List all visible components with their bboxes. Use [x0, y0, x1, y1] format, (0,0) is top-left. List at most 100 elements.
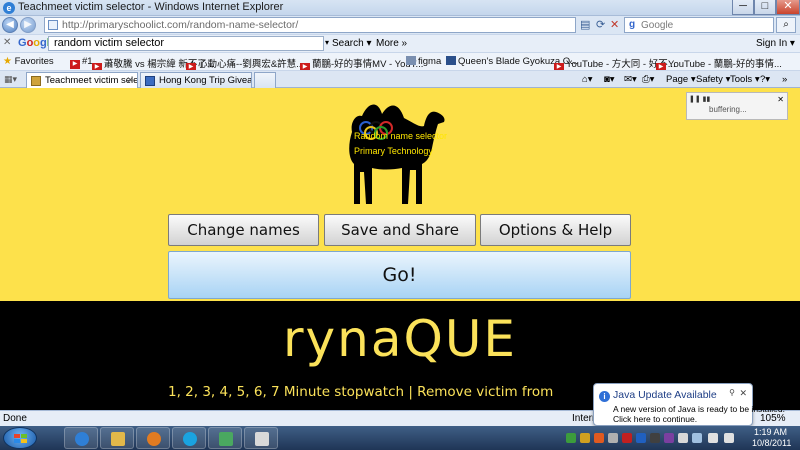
- google-search-button[interactable]: Search ▾: [332, 38, 371, 49]
- taskbar-app-button[interactable]: [208, 427, 242, 449]
- paint-icon: [255, 432, 269, 446]
- search-placeholder: Google: [641, 20, 674, 31]
- info-icon: i: [599, 391, 610, 402]
- page-icon: [446, 56, 456, 65]
- change-names-button[interactable]: Change names: [168, 214, 319, 246]
- print-icon[interactable]: ⎙▾: [642, 74, 654, 85]
- taskbar-skype-button[interactable]: [172, 427, 206, 449]
- volume-icon[interactable]: [724, 433, 734, 443]
- tab-favicon-icon: [31, 76, 41, 86]
- close-tab-icon[interactable]: ✕: [126, 75, 134, 86]
- close-popup-icon[interactable]: ✕: [739, 388, 747, 399]
- start-button[interactable]: [3, 427, 37, 449]
- go-button[interactable]: Go!: [168, 251, 631, 299]
- options-help-button[interactable]: Options & Help: [480, 214, 631, 246]
- youtube-icon: ▶: [70, 60, 80, 69]
- options-icon[interactable]: ⚲: [729, 388, 735, 397]
- status-text: Done: [3, 413, 27, 424]
- google-toolbar: ✕ Google random victim selector ▾ Search…: [0, 34, 800, 52]
- forward-button[interactable]: ▶: [20, 17, 36, 33]
- page-content: Random name selector Primary Technology …: [0, 88, 800, 410]
- google-query-text: random victim selector: [54, 37, 165, 49]
- toolbar-overflow-icon[interactable]: »: [782, 74, 787, 85]
- stopwatch-links[interactable]: 1, 2, 3, 4, 5, 6, 7 Minute stopwatch | R…: [168, 384, 553, 400]
- back-button[interactable]: ◀: [2, 17, 18, 33]
- tray-app-icon[interactable]: [692, 433, 702, 443]
- window-title: Teachmeet victim selector - Windows Inte…: [18, 1, 284, 13]
- favorites-button[interactable]: ★ Favorites: [3, 56, 54, 67]
- tab-hong-kong-trip[interactable]: Hong Kong Trip Giveaway ...: [140, 72, 252, 88]
- tray-app-icon[interactable]: [580, 433, 590, 443]
- favorite-link[interactable]: ▶ #1: [70, 56, 93, 69]
- google-more-button[interactable]: More »: [376, 38, 407, 49]
- page-icon: [48, 20, 58, 30]
- refresh-icon[interactable]: ⟳: [596, 18, 605, 31]
- feeds-icon[interactable]: ◙▾: [604, 74, 615, 85]
- taskbar-ie-button[interactable]: [64, 427, 98, 449]
- google-search-input[interactable]: random victim selector: [48, 36, 324, 51]
- logo-text-line1: Random name selector: [354, 131, 448, 141]
- media-buffer-widget: ❚❚ ▮▮ ✕ buffering...: [686, 92, 788, 120]
- address-row: ◀ ▶ http://primaryschoolict.com/random-n…: [0, 16, 800, 34]
- selected-name: rynaQUE: [282, 310, 518, 368]
- home-icon[interactable]: ⌂▾: [582, 74, 593, 85]
- search-go-icon[interactable]: ⌕: [776, 17, 796, 33]
- stop-icon[interactable]: ✕: [610, 18, 619, 31]
- folder-icon: [111, 432, 125, 446]
- maximize-button[interactable]: □: [754, 0, 776, 15]
- java-popup-link[interactable]: Click here to continue.: [613, 414, 697, 424]
- minimize-button[interactable]: ─: [732, 0, 754, 15]
- tray-app-icon[interactable]: [622, 433, 632, 443]
- tray-app-icon[interactable]: [664, 433, 674, 443]
- help-icon[interactable]: ?▾: [760, 74, 770, 85]
- tray-app-icon[interactable]: [650, 433, 660, 443]
- taskbar: 1:19 AM 10/8/2011: [0, 426, 800, 450]
- tray-app-icon[interactable]: [678, 433, 688, 443]
- star-icon: ★: [3, 56, 12, 67]
- address-bar[interactable]: http://primaryschoolict.com/random-name-…: [44, 17, 576, 33]
- media-player-icon: [147, 432, 161, 446]
- ie-icon: [75, 432, 89, 446]
- pause-icon[interactable]: ❚❚ ▮▮: [689, 95, 710, 103]
- page-menu[interactable]: Page ▾: [666, 74, 696, 85]
- new-tab-button[interactable]: [254, 72, 276, 88]
- address-url: http://primaryschoolict.com/random-name-…: [62, 19, 299, 31]
- compat-view-icon[interactable]: ▤: [580, 18, 590, 31]
- clock-time[interactable]: 1:19 AM: [754, 427, 787, 437]
- taskbar-media-player-button[interactable]: [136, 427, 170, 449]
- windows-logo-icon: [14, 434, 27, 444]
- taskbar-explorer-button[interactable]: [100, 427, 134, 449]
- query-dropdown-icon[interactable]: ▾: [325, 38, 329, 47]
- skype-icon: [183, 432, 197, 446]
- page-icon: [406, 56, 416, 65]
- toolbar-close-icon[interactable]: ✕: [3, 37, 11, 48]
- java-update-notification[interactable]: i Java Update Available ⚲ ✕ A new versio…: [593, 383, 785, 426]
- logo-text-line2: Primary Technology: [354, 146, 433, 156]
- favorites-label: Favorites: [14, 56, 54, 67]
- tray-app-icon[interactable]: [566, 433, 576, 443]
- tray-app-icon[interactable]: [636, 433, 646, 443]
- ie-logo-icon: e: [3, 2, 15, 14]
- favorite-link[interactable]: figma: [406, 56, 441, 67]
- tools-menu[interactable]: Tools ▾: [730, 74, 760, 85]
- favorites-bar: ★ Favorites ▶ #1 ▶ 蕭敬騰 vs 楊宗緯 新不了... ▶ 心動心痛…: [0, 52, 800, 72]
- zoom-level[interactable]: 105%: [760, 413, 786, 424]
- taskbar-paint-button[interactable]: [244, 427, 278, 449]
- mail-icon[interactable]: ✉▾: [624, 74, 637, 85]
- window-title-bar: e Teachmeet victim selector - Windows In…: [0, 0, 800, 16]
- quick-tabs-icon[interactable]: ▦▾: [4, 74, 17, 85]
- clock-date[interactable]: 10/8/2011: [752, 438, 791, 448]
- save-and-share-button[interactable]: Save and Share: [324, 214, 476, 246]
- java-tray-icon[interactable]: [594, 433, 604, 443]
- sign-in-button[interactable]: Sign In ▾: [756, 38, 795, 49]
- close-window-button[interactable]: ✕: [776, 0, 800, 15]
- java-popup-title: Java Update Available: [613, 389, 717, 401]
- tab-teachmeet[interactable]: Teachmeet victim selec... ✕: [26, 72, 138, 88]
- tray-app-icon[interactable]: [608, 433, 618, 443]
- google-search-icon: g: [629, 19, 636, 30]
- network-icon[interactable]: [708, 433, 718, 443]
- search-box[interactable]: g Google: [624, 17, 774, 33]
- java-popup-message: A new version of Java is ready to be ins…: [613, 404, 785, 414]
- safety-menu[interactable]: Safety ▾: [696, 74, 730, 85]
- close-widget-icon[interactable]: ✕: [777, 95, 784, 104]
